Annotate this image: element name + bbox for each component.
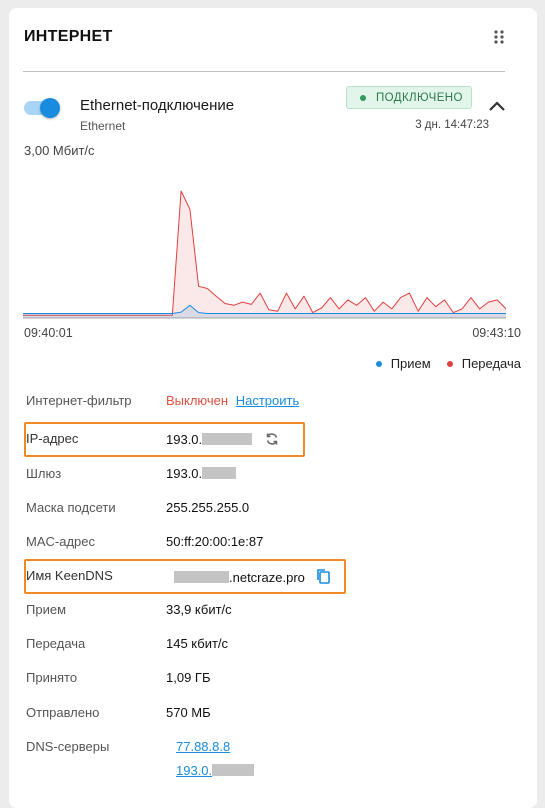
received-label: Принято: [26, 670, 78, 685]
gateway-value-group: 193.0.: [166, 466, 237, 481]
sent-value: 570 МБ: [166, 705, 211, 720]
ip-value-group: 193.0.: [166, 431, 280, 447]
connection-name: Ethernet-подключение: [80, 97, 235, 114]
gateway-redacted: [202, 467, 237, 479]
mask-value: 255.255.255.0: [166, 500, 250, 515]
legend-rx-label: Прием: [390, 356, 431, 371]
tx-value: 145 кбит/с: [166, 636, 229, 651]
rx-value: 33,9 кбит/с: [166, 602, 232, 617]
filter-value-group: Выключен Настроить: [166, 393, 299, 408]
toggle-knob: [40, 98, 60, 118]
rx-label: Прием: [26, 602, 67, 617]
ip-label: IP-адрес: [26, 431, 79, 446]
legend-item-tx: Передача: [446, 356, 521, 371]
legend-tx-label: Передача: [461, 356, 521, 371]
series-area-1: [23, 191, 506, 318]
kebab-grid-icon[interactable]: [493, 29, 505, 45]
refresh-icon[interactable]: [264, 431, 280, 447]
keendns-redacted: [174, 571, 229, 583]
dns-1-value[interactable]: 77.88.8.8: [176, 739, 230, 754]
series-line-1: [23, 190, 506, 316]
mask-label: Маска подсети: [26, 500, 116, 515]
mac-label: MAC-адрес: [26, 534, 95, 549]
gateway-label: Шлюз: [26, 466, 62, 481]
uptime: 3 дн. 14:47:23: [415, 119, 489, 131]
dns-1-link[interactable]: 77.88.8.8: [176, 739, 230, 754]
widget-title: ИНТЕРНЕТ: [24, 28, 113, 45]
dns-2-value[interactable]: 193.0.: [176, 763, 212, 778]
sent-label: Отправлено: [26, 705, 100, 720]
dns-2-redacted: [212, 764, 255, 776]
header-divider: [23, 71, 505, 72]
status-badge: ПОДКЛЮЧЕНО: [346, 86, 472, 109]
tx-label: Передача: [26, 636, 86, 651]
connection-type: Ethernet: [80, 119, 126, 133]
status-text: ПОДКЛЮЧЕНО: [376, 91, 463, 104]
status-dot-icon: [360, 94, 366, 101]
dns-label: DNS-серверы: [26, 739, 110, 754]
filter-label: Интернет-фильтр: [26, 393, 132, 408]
connection-toggle[interactable]: [24, 96, 62, 120]
copy-icon[interactable]: [315, 568, 331, 585]
legend-tx-dot-icon: [446, 360, 453, 367]
filter-configure-link[interactable]: Настроить: [236, 393, 300, 408]
keendns-label: Имя KeenDNS: [26, 568, 113, 583]
legend-rx-dot-icon: [375, 360, 382, 367]
filter-status: Выключен: [166, 393, 229, 408]
dns-2-link[interactable]: 193.0.: [176, 763, 255, 778]
chart-max-speed: 3,00 Мбит/с: [24, 143, 95, 158]
ip-redacted: [202, 433, 253, 445]
keendns-value: .netcraze.pro: [229, 570, 305, 585]
legend-item-rx: Прием: [375, 356, 431, 371]
ip-value: 193.0.: [166, 432, 203, 447]
mac-value: 50:ff:20:00:1e:87: [166, 534, 264, 549]
received-value: 1,09 ГБ: [166, 670, 211, 685]
gateway-value: 193.0.: [166, 466, 203, 481]
chevron-up-icon[interactable]: [488, 100, 506, 112]
keendns-value-group: .netcraze.pro: [174, 568, 331, 585]
chart-time-end: 09:43:10: [472, 326, 521, 340]
traffic-chart: [23, 190, 506, 319]
chart-legend: Прием Передача: [375, 356, 521, 371]
chart-time-start: 09:40:01: [24, 326, 73, 340]
